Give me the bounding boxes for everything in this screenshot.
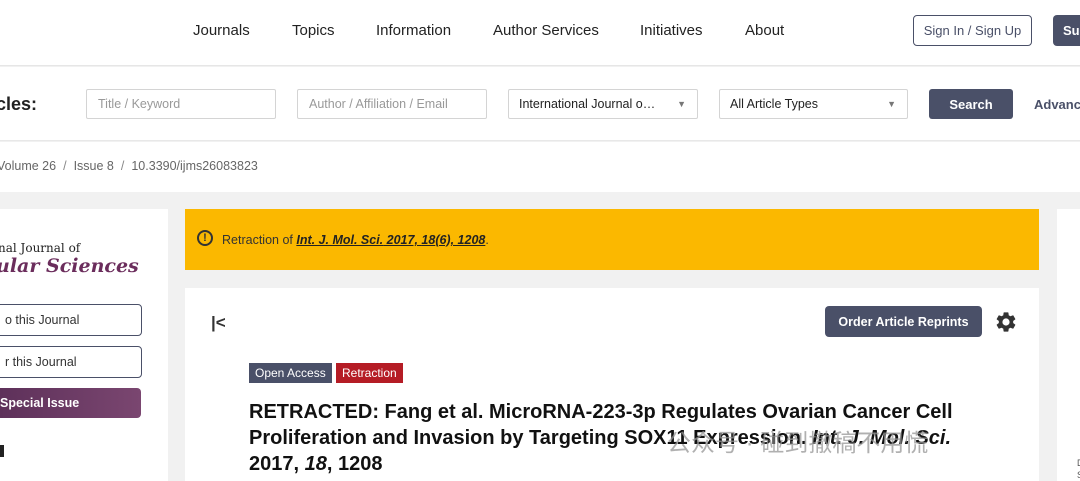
journal-select-value: International Journal o…: [519, 97, 656, 111]
search-articles-label: cles:: [0, 94, 38, 114]
order-reprints-button[interactable]: Order Article Reprints: [825, 306, 982, 337]
article-title-year: 2017,: [249, 453, 305, 475]
article-type-select[interactable]: All Article Types ▼: [719, 89, 908, 119]
caret-down-icon: ▼: [887, 99, 896, 109]
nav-initiatives[interactable]: Initiatives: [640, 22, 703, 39]
advanced-search-link[interactable]: Advanc: [1034, 97, 1080, 112]
retraction-notice: Retraction of Int. J. Mol. Sci. 2017, 18…: [222, 233, 489, 247]
breadcrumb-issue[interactable]: Issue 8: [74, 159, 114, 173]
journal-logo-line1[interactable]: nal Journal of: [0, 241, 80, 255]
search-bar: cles: Title / Keyword Author / Affiliati…: [0, 67, 1080, 141]
nav-author-services[interactable]: Author Services: [493, 22, 599, 39]
nav-journals[interactable]: Journals: [193, 22, 250, 39]
breadcrumb-bar: Volume 26/Issue 8/10.3390/ijms26083823: [0, 142, 1080, 192]
sign-in-button[interactable]: Sign In / Sign Up: [913, 15, 1032, 46]
retraction-prefix: Retraction of: [222, 233, 297, 247]
article-title-pages: , 1208: [326, 453, 383, 475]
collapse-left-icon[interactable]: |<: [211, 313, 226, 333]
info-circle-icon: !: [197, 230, 213, 246]
about-journal-button[interactable]: o this Journal: [0, 304, 142, 336]
retraction-link-journal: Int. J. Mol. Sci.: [296, 233, 384, 247]
author-affiliation-input[interactable]: Author / Affiliation / Email: [297, 89, 487, 119]
gear-icon[interactable]: [994, 310, 1018, 334]
retraction-link[interactable]: Int. J. Mol. Sci. 2017, 18(6), 1208: [296, 233, 485, 247]
nav-information[interactable]: Information: [376, 22, 451, 39]
article-title-volume: 18: [304, 453, 327, 475]
retraction-link-year: 2017,: [383, 233, 422, 247]
submit-button[interactable]: Su: [1053, 15, 1080, 46]
article-type-value: All Article Types: [730, 97, 819, 111]
breadcrumb-volume[interactable]: Volume 26: [0, 159, 56, 173]
breadcrumb-doi: 10.3390/ijms26083823: [131, 159, 258, 173]
retraction-link-volume: 18: [421, 233, 436, 247]
left-sidebar: nal Journal of ular Sciences o this Jour…: [0, 209, 168, 481]
retraction-suffix: .: [485, 233, 489, 247]
top-navigation: Journals Topics Information Author Servi…: [0, 0, 1080, 66]
caret-down-icon: ▼: [677, 99, 686, 109]
breadcrumb: Volume 26/Issue 8/10.3390/ijms26083823: [0, 159, 258, 173]
watermark: 公众号 · 碰到撤稿不用慌: [667, 430, 929, 457]
right-panel: D S: [1057, 209, 1080, 481]
search-button[interactable]: Search: [929, 89, 1013, 119]
retraction-badge: Retraction: [336, 363, 403, 383]
special-issue-button[interactable]: Special Issue: [0, 388, 141, 418]
nav-topics[interactable]: Topics: [292, 22, 335, 39]
journal-select[interactable]: International Journal o… ▼: [508, 89, 698, 119]
for-journal-button[interactable]: r this Journal: [0, 346, 142, 378]
sidebar-text-fragment: [0, 445, 4, 457]
title-keyword-input[interactable]: Title / Keyword: [86, 89, 276, 119]
retraction-link-pages: (6), 1208: [435, 233, 486, 247]
nav-about[interactable]: About: [745, 22, 784, 39]
journal-logo-line2[interactable]: ular Sciences: [0, 255, 139, 277]
open-access-badge: Open Access: [249, 363, 332, 383]
retraction-banner: ! Retraction of Int. J. Mol. Sci. 2017, …: [185, 209, 1039, 270]
